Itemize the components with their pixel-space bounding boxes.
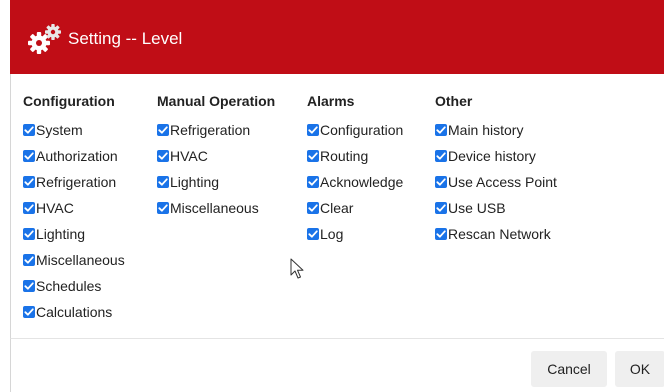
column-heading: Manual Operation [157,93,276,109]
ok-button[interactable]: OK [615,351,664,387]
permission-checkbox-item[interactable]: Configuration [307,117,403,143]
permission-label: Schedules [36,278,102,294]
column-heading: Alarms [307,93,355,109]
checkbox-checked-icon[interactable] [157,150,169,162]
dialog-title: Setting -- Level [68,29,183,48]
permission-label: HVAC [36,200,74,216]
permission-label: Clear [320,200,354,216]
checkbox-checked-icon[interactable] [307,176,319,188]
permission-label: Main history [448,122,524,138]
permission-label: Calculations [36,304,113,320]
permission-label: Miscellaneous [36,252,125,268]
checkbox-checked-icon[interactable] [307,228,319,240]
permission-checkbox-item[interactable]: Use Access Point [435,169,557,195]
checkbox-checked-icon[interactable] [435,124,447,136]
permission-label: Use USB [448,200,506,216]
checkbox-checked-icon[interactable] [23,306,35,318]
checkbox-checked-icon[interactable] [435,228,447,240]
checkbox-checked-icon[interactable] [23,228,35,240]
permission-checkbox-item[interactable]: Device history [435,143,557,169]
permission-label: System [36,122,83,138]
checkbox-checked-icon[interactable] [435,176,447,188]
permission-checkbox-item[interactable]: Schedules [23,273,125,299]
permission-label: Acknowledge [320,174,404,190]
permission-checkbox-item[interactable]: HVAC [23,195,125,221]
permission-checkbox-item[interactable]: Acknowledge [307,169,403,195]
permission-checkbox-item[interactable]: HVAC [157,143,275,169]
permission-checkbox-item[interactable]: Log [307,221,403,247]
checkbox-checked-icon[interactable] [23,176,35,188]
permission-column: Manual Operation Refrigeration HVAC Lightin… [157,92,275,221]
permission-column: Other Main history Device history Use Acces… [435,92,557,247]
permission-label: Refrigeration [170,122,251,138]
permission-checkbox-item[interactable]: Refrigeration [23,169,125,195]
permission-checkbox-item[interactable]: Rescan Network [435,221,557,247]
permissions-panel: Configuration System Authorization Refriger… [10,74,664,338]
checkbox-checked-icon[interactable] [23,202,35,214]
gears-icon [26,22,64,56]
permission-column: Configuration System Authorization Refriger… [23,92,125,325]
permission-label: Authorization [36,148,118,164]
checkbox-checked-icon[interactable] [307,150,319,162]
checkbox-checked-icon[interactable] [307,124,319,136]
checkbox-checked-icon[interactable] [157,202,169,214]
permission-label: Use Access Point [448,174,557,190]
checkbox-checked-icon[interactable] [23,254,35,266]
checkbox-checked-icon[interactable] [23,280,35,292]
permission-checkbox-item[interactable]: Routing [307,143,403,169]
setting-level-dialog: Setting -- Level Configuration System Auth… [0,0,664,392]
checkbox-checked-icon[interactable] [307,202,319,214]
permission-label: Lighting [170,174,220,190]
checkbox-checked-icon[interactable] [157,176,169,188]
permission-checkbox-item[interactable]: Authorization [23,143,125,169]
permission-label: Configuration [320,122,404,138]
permission-checkbox-item[interactable]: Lighting [23,221,125,247]
permission-column: Alarms Configuration Routing Acknowledge Cle… [307,92,403,247]
checkbox-checked-icon[interactable] [23,124,35,136]
permission-checkbox-item[interactable]: Calculations [23,299,125,325]
permission-checkbox-item[interactable]: Use USB [435,195,557,221]
checkbox-checked-icon[interactable] [435,150,447,162]
permission-checkbox-item[interactable]: Clear [307,195,403,221]
dialog-titlebar: Setting -- Level [10,0,664,74]
column-heading: Other [435,93,473,109]
permission-label: Rescan Network [448,226,551,242]
permission-checkbox-item[interactable]: Miscellaneous [157,195,275,221]
checkbox-checked-icon[interactable] [23,150,35,162]
cancel-button[interactable]: Cancel [531,351,607,387]
permission-label: Refrigeration [36,174,117,190]
permission-checkbox-item[interactable]: System [23,117,125,143]
permission-label: Device history [448,148,536,164]
permission-checkbox-item[interactable]: Main history [435,117,557,143]
permission-label: Miscellaneous [170,200,259,216]
dialog-footer: Cancel OK [10,338,664,392]
checkbox-checked-icon[interactable] [157,124,169,136]
column-heading: Configuration [23,93,115,109]
mouse-pointer-icon [290,258,306,280]
checkbox-checked-icon[interactable] [435,202,447,214]
permission-label: Log [320,226,344,242]
permission-checkbox-item[interactable]: Miscellaneous [23,247,125,273]
permission-label: HVAC [170,148,208,164]
permission-checkbox-item[interactable]: Lighting [157,169,275,195]
permission-checkbox-item[interactable]: Refrigeration [157,117,275,143]
permission-label: Lighting [36,226,86,242]
permission-label: Routing [320,148,369,164]
